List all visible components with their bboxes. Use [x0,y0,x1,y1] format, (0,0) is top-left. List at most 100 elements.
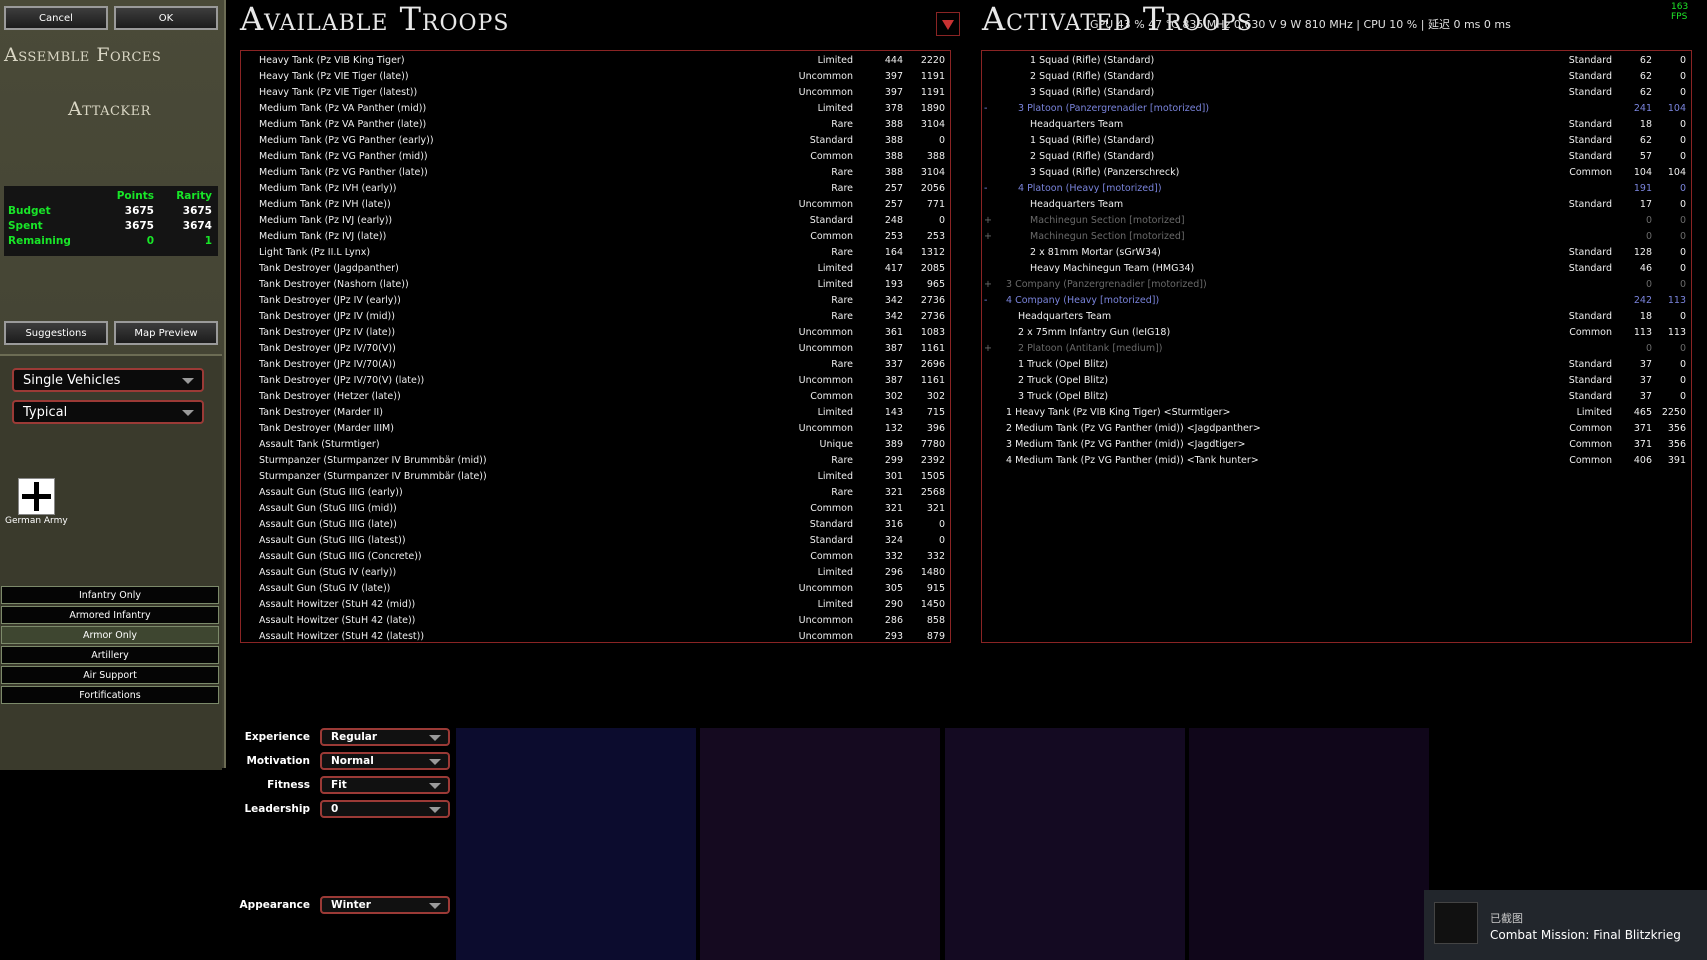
available-row[interactable]: Assault Howitzer (StuH 42 (mid)) Limited 2… [241,597,950,613]
filter-artillery[interactable]: Artillery [1,646,219,664]
available-row[interactable]: Tank Destroyer (Nashorn (late)) Limited 19… [241,277,950,293]
activated-row[interactable]: 2 Squad (Rifle) (Standard) Standard 57 0 [982,149,1691,165]
ok-button[interactable]: OK [114,6,218,30]
activated-row[interactable]: 3 Squad (Rifle) (Standard) Standard 62 0 [982,85,1691,101]
available-row[interactable]: Assault Gun (StuG IV (early)) Limited 296 1… [241,565,950,581]
available-row[interactable]: Tank Destroyer (Jagdpanther) Limited 417 20… [241,261,950,277]
activated-row[interactable]: 1 Truck (Opel Blitz) Standard 37 0 [982,357,1691,373]
appearance-dropdown[interactable]: Winter [320,896,450,914]
activated-row[interactable]: 1 Heavy Tank (Pz VIB King Tiger) <Sturmt… [982,405,1691,421]
available-row[interactable]: Medium Tank (Pz IVH (late)) Uncommon 257 77… [241,197,950,213]
unit-type-dropdown[interactable]: Single Vehicles [12,368,204,392]
activated-row[interactable]: 3 Truck (Opel Blitz) Standard 37 0 [982,389,1691,405]
activated-row[interactable]: 2 Squad (Rifle) (Standard) Standard 62 0 [982,69,1691,85]
portrait-slot-3[interactable] [945,728,1185,960]
expand-toggle[interactable]: + [984,343,994,354]
available-row[interactable]: Medium Tank (Pz VG Panther (mid)) Common 3… [241,149,950,165]
available-row[interactable]: Assault Howitzer (StuH 42 (latest)) Uncom… [241,629,950,645]
activated-row[interactable]: -4 Company (Heavy [motorized]) 242 113 [982,293,1691,309]
activated-row[interactable]: 2 x 81mm Mortar (sGrW34) Standard 128 0 [982,245,1691,261]
activated-row[interactable]: 1 Squad (Rifle) (Standard) Standard 62 0 [982,133,1691,149]
unit-rarity-cost: 858 [926,615,945,626]
activated-row[interactable]: + Machinegun Section [motorized] 0 0 [982,213,1691,229]
available-row[interactable]: Heavy Tank (Pz VIB King Tiger) Limited 444… [241,53,950,69]
available-row[interactable]: Assault Gun (StuG IV (late)) Uncommon 305 9… [241,581,950,597]
available-row[interactable]: Assault Gun (StuG IIIG (late)) Standard 31… [241,517,950,533]
map-preview-button[interactable]: Map Preview [114,321,218,345]
activated-row[interactable]: +2 Platoon (Antitank [medium]) 0 0 [982,341,1691,357]
expand-toggle[interactable]: - [984,295,994,306]
available-row[interactable]: Medium Tank (Pz VG Panther (late)) Rare 38… [241,165,950,181]
activated-row[interactable]: - 3 Platoon (Panzergrenadier [motorized])… [982,101,1691,117]
screenshot-toast[interactable]: 已截图 Combat Mission: Final Blitzkrieg [1424,890,1707,960]
available-row[interactable]: Medium Tank (Pz IVJ (early)) Standard 248 0 [241,213,950,229]
activated-row[interactable]: 2 x 75mm Infantry Gun (leIG18) Common 113 1… [982,325,1691,341]
activated-row[interactable]: 2 Medium Tank (Pz VG Panther (mid)) <Jag… [982,421,1691,437]
filter-infantry-only[interactable]: Infantry Only [1,586,219,604]
available-row[interactable]: Sturmpanzer (Sturmpanzer IV Brummbär (mi… [241,453,950,469]
activated-row[interactable]: 3 Medium Tank (Pz VG Panther (mid)) <Jag… [982,437,1691,453]
available-row[interactable]: Tank Destroyer (Hetzer (late)) Common 302 3… [241,389,950,405]
activated-row[interactable]: -4 Platoon (Heavy [motorized]) 191 0 [982,181,1691,197]
unit-rarity: Uncommon [798,71,853,82]
size-dropdown[interactable]: Typical [12,400,204,424]
available-row[interactable]: Light Tank (Pz II.L Lynx) Rare 164 1312 [241,245,950,261]
filter-air-support[interactable]: Air Support [1,666,219,684]
expand-toggle[interactable]: - [984,103,994,114]
available-row[interactable]: Medium Tank (Pz IVJ (late)) Common 253 253 [241,229,950,245]
activated-row[interactable]: 1 Squad (Rifle) (Standard) Standard 62 0 [982,53,1691,69]
activated-row[interactable]: +3 Company (Panzergrenadier [motorized])… [982,277,1691,293]
activated-row[interactable]: Headquarters Team Standard 18 0 [982,309,1691,325]
available-row[interactable]: Tank Destroyer (JPz IV (early)) Rare 342 27… [241,293,950,309]
available-row[interactable]: Assault Gun (StuG IIIG (early)) Rare 321 25… [241,485,950,501]
iron-cross-icon[interactable] [18,478,55,515]
expand-toggle[interactable]: - [984,183,994,194]
available-row[interactable]: Sturmpanzer (Sturmpanzer IV Brummbär (la… [241,469,950,485]
available-row[interactable]: Tank Destroyer (JPz IV/70(A)) Rare 337 2696 [241,357,950,373]
activated-row[interactable]: Heavy Machinegun Team (HMG34) Standard 46 0 [982,261,1691,277]
available-row[interactable]: Tank Destroyer (JPz IV/70(V)) Uncommon 387… [241,341,950,357]
activated-row[interactable]: 2 Truck (Opel Blitz) Standard 37 0 [982,373,1691,389]
fitness-dropdown[interactable]: Fit [320,776,450,794]
available-row[interactable]: Assault Gun (StuG IIIG (Concrete)) Common… [241,549,950,565]
available-row[interactable]: Tank Destroyer (Marder IIIM) Uncommon 132 3… [241,421,950,437]
activated-row[interactable]: + Machinegun Section [motorized] 0 0 [982,229,1691,245]
available-row[interactable]: Assault Gun (StuG IIIG (mid)) Common 321 32… [241,501,950,517]
suggestions-button[interactable]: Suggestions [4,321,108,345]
portrait-slot-2[interactable] [700,728,940,960]
filter-armor-only[interactable]: Armor Only [1,626,219,644]
unit-rarity: Unique [819,439,853,450]
unit-rarity-cost: 0 [1679,359,1686,370]
expand-toggle[interactable]: + [984,279,994,290]
expand-toggle[interactable]: + [984,215,994,226]
filter-armored-infantry[interactable]: Armored Infantry [1,606,219,624]
available-row[interactable]: Medium Tank (Pz IVH (early)) Rare 257 2056 [241,181,950,197]
available-row[interactable]: Assault Gun (StuG IIIG (latest)) Standard… [241,533,950,549]
filter-fortifications[interactable]: Fortifications [1,686,219,704]
leadership-dropdown[interactable]: 0 [320,800,450,818]
unit-name: 4 Platoon (Heavy [motorized]) [1018,183,1162,194]
expand-toggle[interactable]: + [984,231,994,242]
available-row[interactable]: Heavy Tank (Pz VIE Tiger (latest)) Uncomm… [241,85,950,101]
experience-dropdown[interactable]: Regular [320,728,450,746]
unit-rarity: Uncommon [798,343,853,354]
activated-row[interactable]: Headquarters Team Standard 17 0 [982,197,1691,213]
available-row[interactable]: Medium Tank (Pz VG Panther (early)) Stand… [241,133,950,149]
available-row[interactable]: Assault Howitzer (StuH 42 (late)) Uncommo… [241,613,950,629]
available-row[interactable]: Tank Destroyer (Marder II) Limited 143 715 [241,405,950,421]
available-row[interactable]: Medium Tank (Pz VA Panther (mid)) Limited… [241,101,950,117]
motivation-dropdown[interactable]: Normal [320,752,450,770]
activated-row[interactable]: 3 Squad (Rifle) (Panzerschreck) Common 104… [982,165,1691,181]
portrait-slot-1[interactable] [456,728,696,960]
activated-row[interactable]: Headquarters Team Standard 18 0 [982,117,1691,133]
available-row[interactable]: Medium Tank (Pz VA Panther (late)) Rare 38… [241,117,950,133]
available-row[interactable]: Tank Destroyer (JPz IV (late)) Uncommon 36… [241,325,950,341]
sort-toggle-button[interactable] [936,12,960,36]
available-row[interactable]: Assault Tank (Sturmtiger) Unique 389 7780 [241,437,950,453]
available-row[interactable]: Tank Destroyer (JPz IV (mid)) Rare 342 2736 [241,309,950,325]
cancel-button[interactable]: Cancel [4,6,108,30]
portrait-slot-4[interactable] [1189,728,1429,960]
available-row[interactable]: Heavy Tank (Pz VIE Tiger (late)) Uncommon… [241,69,950,85]
activated-row[interactable]: 4 Medium Tank (Pz VG Panther (mid)) <Tan… [982,453,1691,469]
available-row[interactable]: Tank Destroyer (JPz IV/70(V) (late)) Unco… [241,373,950,389]
